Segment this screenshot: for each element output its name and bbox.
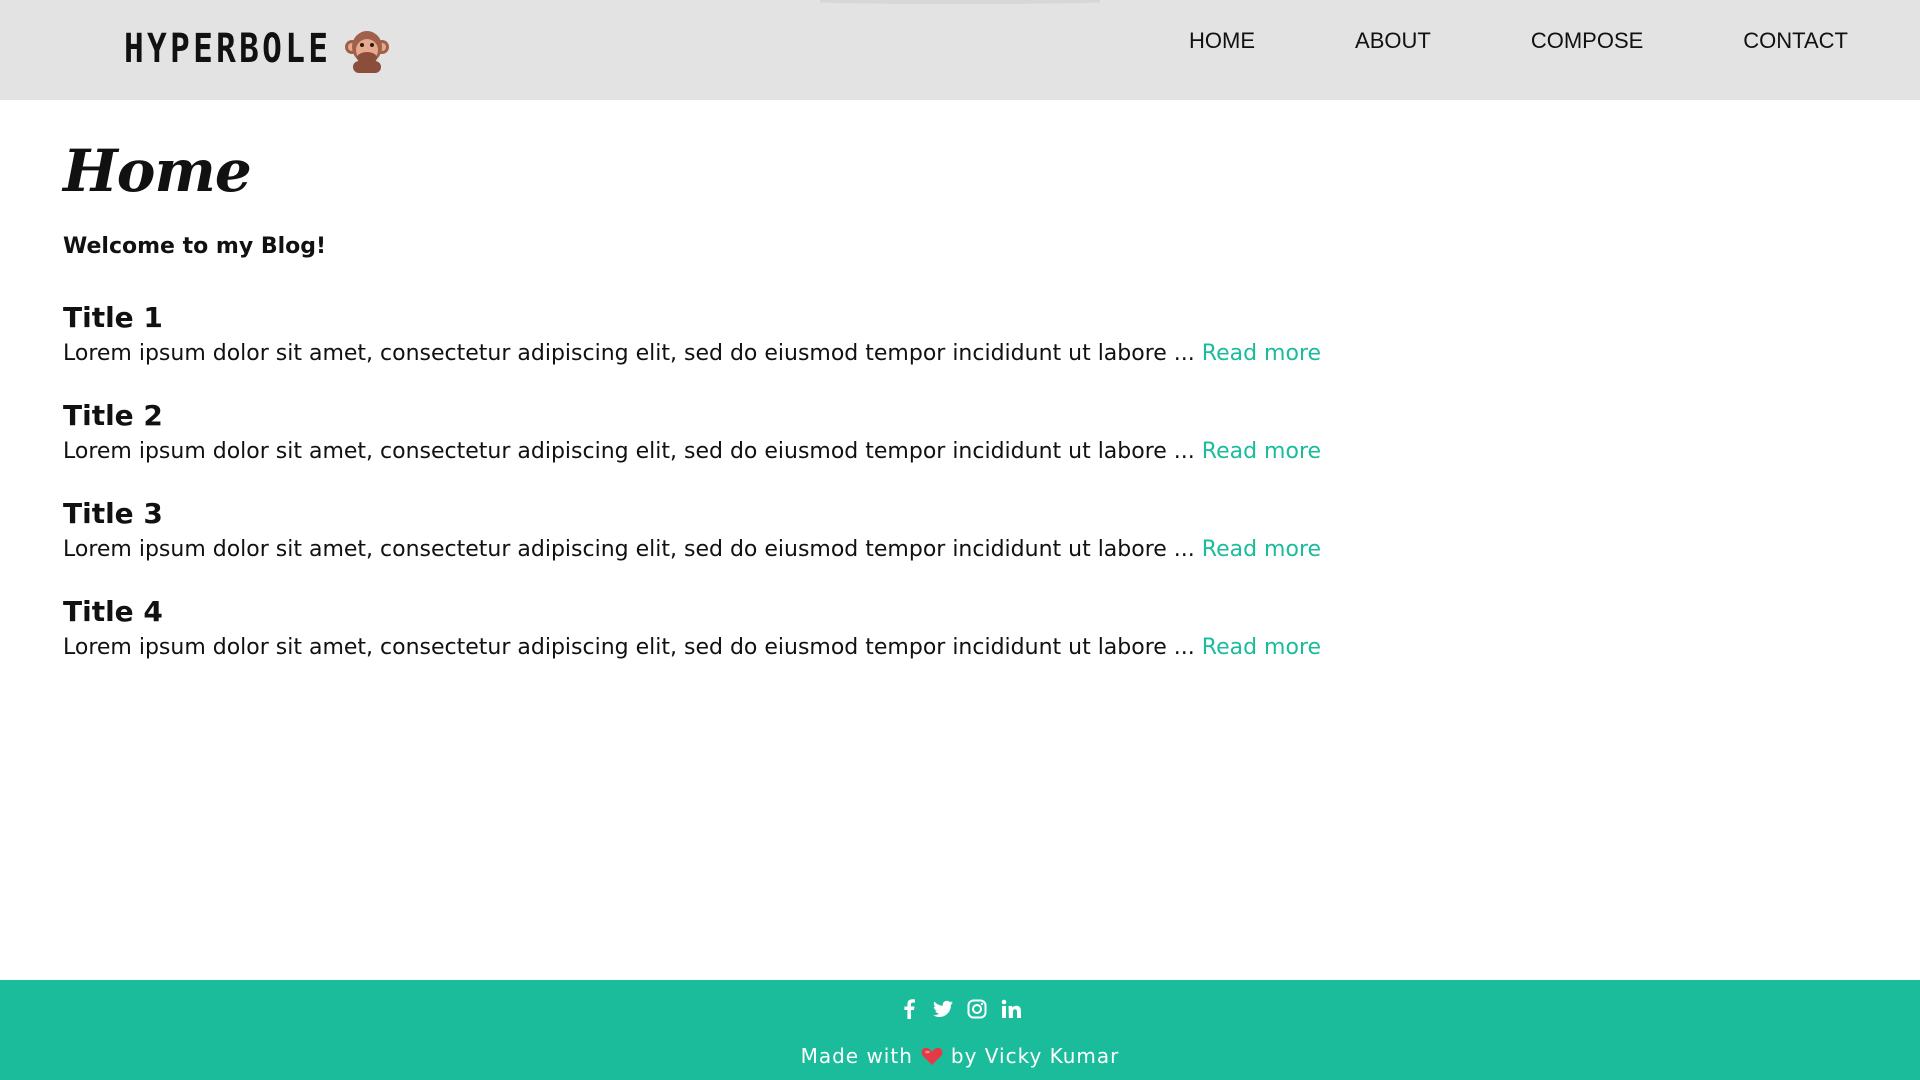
- heart-icon: [921, 1046, 943, 1065]
- nav-compose[interactable]: COMPOSE: [1531, 28, 1643, 54]
- post-excerpt: Lorem ipsum dolor sit amet, consectetur …: [63, 631, 1463, 665]
- read-more-link[interactable]: Read more: [1202, 341, 1321, 366]
- post-item: Title 1 Lorem ipsum dolor sit amet, cons…: [63, 299, 1463, 371]
- post-excerpt: Lorem ipsum dolor sit amet, consectetur …: [63, 435, 1463, 469]
- nav-home[interactable]: HOME: [1189, 28, 1255, 54]
- post-item: Title 3 Lorem ipsum dolor sit amet, cons…: [63, 495, 1463, 567]
- post-title: Title 1: [63, 300, 163, 334]
- post-excerpt: Lorem ipsum dolor sit amet, consectetur …: [63, 533, 1463, 567]
- read-more-link[interactable]: Read more: [1202, 439, 1321, 464]
- post-excerpt: Lorem ipsum dolor sit amet, consectetur …: [63, 337, 1463, 371]
- nav-contact[interactable]: CONTACT: [1743, 28, 1848, 54]
- footer-credit: Made with by Vicky Kumar: [0, 1044, 1920, 1068]
- nav-about[interactable]: ABOUT: [1355, 28, 1431, 54]
- linkedin-icon[interactable]: [1001, 998, 1021, 1020]
- facebook-icon[interactable]: [899, 998, 919, 1020]
- read-more-link[interactable]: Read more: [1202, 537, 1321, 562]
- twitter-icon[interactable]: [933, 998, 953, 1020]
- post-excerpt-text: Lorem ipsum dolor sit amet, consectetur …: [63, 536, 1202, 562]
- post-title: Title 3: [63, 496, 163, 530]
- welcome-text: Welcome to my Blog!: [63, 233, 327, 259]
- brand-logo[interactable]: HYPERBOLE: [124, 24, 391, 74]
- post-excerpt-text: Lorem ipsum dolor sit amet, consectetur …: [63, 634, 1202, 660]
- author-credit: by Vicky Kumar: [950, 1044, 1120, 1068]
- read-more-link[interactable]: Read more: [1202, 635, 1321, 660]
- social-links: [0, 998, 1920, 1020]
- main-content: Home Welcome to my Blog! Title 1 Lorem i…: [63, 137, 1463, 691]
- made-with-text: Made with: [800, 1044, 913, 1068]
- page-title: Home: [63, 137, 252, 205]
- post-title: Title 2: [63, 398, 163, 432]
- post-item: Title 4 Lorem ipsum dolor sit amet, cons…: [63, 593, 1463, 665]
- navbar: HYPERBOLE HOME ABOUT COMPOSE CONTACT: [0, 0, 1920, 100]
- post-title: Title 4: [63, 594, 163, 628]
- instagram-icon[interactable]: [967, 998, 987, 1020]
- post-excerpt-text: Lorem ipsum dolor sit amet, consectetur …: [63, 340, 1202, 366]
- post-item: Title 2 Lorem ipsum dolor sit amet, cons…: [63, 397, 1463, 469]
- speak-no-evil-monkey-icon: [343, 25, 391, 73]
- brand-name: HYPERBOLE: [124, 26, 332, 72]
- footer: Made with by Vicky Kumar: [0, 980, 1920, 1080]
- navbar-shadow: [820, 0, 1100, 4]
- post-excerpt-text: Lorem ipsum dolor sit amet, consectetur …: [63, 438, 1202, 464]
- nav-links: HOME ABOUT COMPOSE CONTACT: [1089, 0, 1848, 82]
